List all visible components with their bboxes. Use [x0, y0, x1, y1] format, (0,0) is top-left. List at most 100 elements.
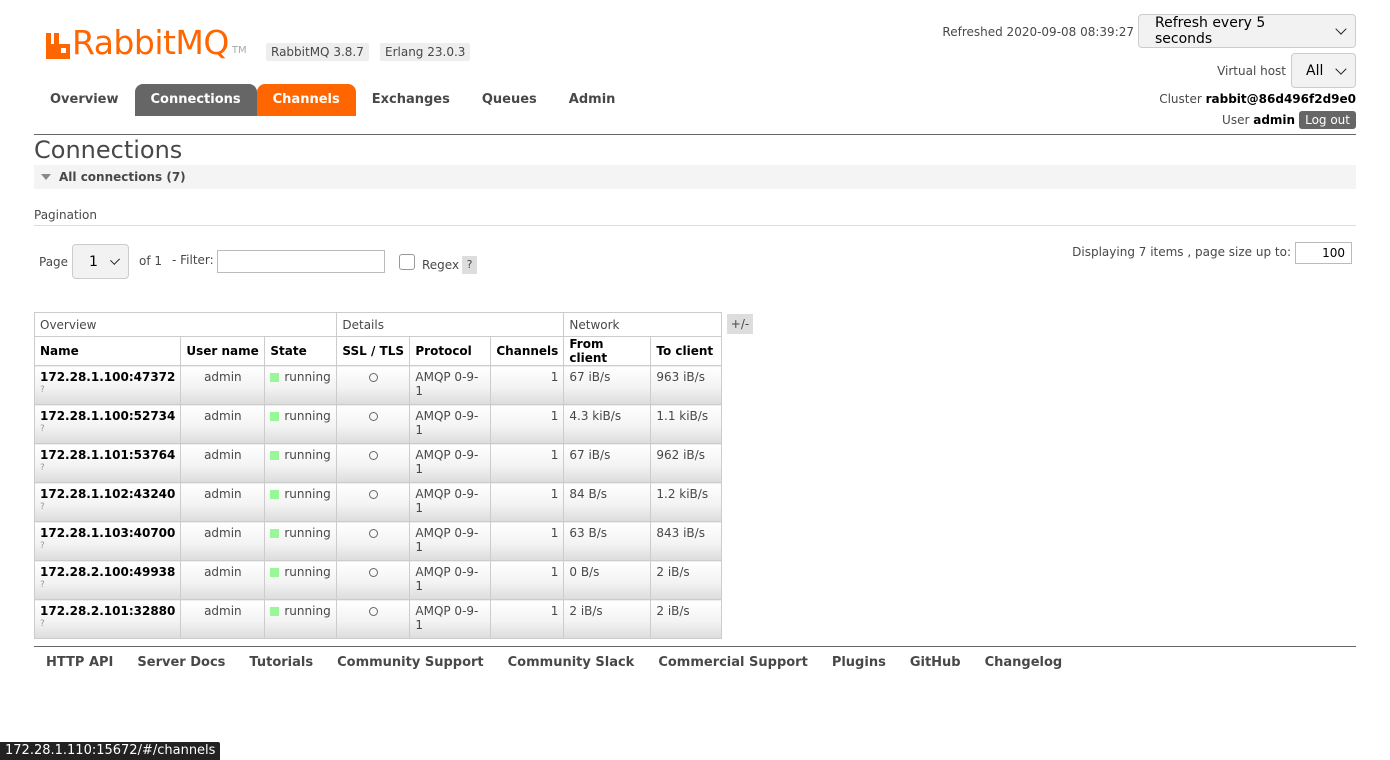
table-row[interactable]: 172.28.1.101:53764? admin running AMQP 0-9-… — [33, 443, 723, 483]
filter-input[interactable] — [217, 250, 385, 273]
refresh-interval-select[interactable]: Refresh every 5 seconds — [1138, 14, 1356, 48]
footer-link-changelog[interactable]: Changelog — [973, 654, 1075, 672]
tab-overview[interactable]: Overview — [34, 84, 135, 116]
footer-link-http-api[interactable]: HTTP API — [34, 654, 125, 672]
to-client-cell: 843 iB/s — [650, 521, 723, 561]
column-header-user-name[interactable]: User name — [180, 336, 266, 366]
table-row[interactable]: 172.28.1.100:47372? admin running AMQP 0-9-… — [33, 365, 723, 405]
state-indicator-icon — [270, 373, 280, 382]
virtual-host-value: All — [1306, 62, 1324, 79]
page-label: Page — [39, 255, 69, 269]
user-name-cell: admin — [180, 443, 266, 483]
client-info-hint: ? — [40, 580, 45, 590]
state-text: running — [284, 604, 331, 618]
client-info-hint: ? — [40, 502, 45, 512]
group-header-overview: Overview — [33, 312, 338, 337]
group-header-network: Network — [563, 312, 723, 337]
footer-link-plugins[interactable]: Plugins — [820, 654, 898, 672]
connection-name-cell[interactable]: 172.28.1.101:53764? — [33, 443, 182, 483]
column-header-to-client[interactable]: To client — [650, 336, 723, 366]
page-size-input[interactable]: 100 — [1295, 242, 1352, 264]
user-name-cell: admin — [180, 365, 266, 405]
connection-name-link[interactable]: 172.28.1.100:47372 — [40, 370, 175, 384]
column-header-state[interactable]: State — [264, 336, 338, 366]
state-text: running — [284, 448, 331, 462]
table-row[interactable]: 172.28.2.100:49938? admin running AMQP 0-9-… — [33, 560, 723, 600]
connection-name-link[interactable]: 172.28.2.100:49938 — [40, 565, 175, 579]
tab-channels[interactable]: Channels — [256, 84, 356, 116]
column-header-name[interactable]: Name — [33, 336, 182, 366]
connection-name-cell[interactable]: 172.28.1.102:43240? — [33, 482, 182, 522]
page-select[interactable]: 1 — [72, 244, 129, 279]
to-client-cell: 962 iB/s — [650, 443, 723, 483]
tab-connections[interactable]: Connections — [134, 84, 257, 116]
tab-exchanges[interactable]: Exchanges — [356, 84, 466, 116]
column-header-from-client[interactable]: From client — [563, 336, 652, 366]
user-label: User — [1222, 113, 1250, 127]
client-info-hint: ? — [40, 385, 45, 395]
user-name-cell: admin — [180, 599, 266, 639]
regex-help-button[interactable]: ? — [462, 256, 477, 274]
client-info-hint: ? — [40, 424, 45, 434]
protocol-cell: AMQP 0-9-1 — [409, 560, 492, 600]
footer-link-tutorials[interactable]: Tutorials — [237, 654, 325, 672]
page-select-value: 1 — [89, 253, 98, 270]
footer-link-community-support[interactable]: Community Support — [325, 654, 496, 672]
ssl-off-circle-icon — [368, 373, 378, 382]
regex-checkbox[interactable] — [399, 254, 415, 270]
footer-link-github[interactable]: GitHub — [898, 654, 973, 672]
state-indicator-icon — [270, 529, 280, 538]
connection-name-link[interactable]: 172.28.1.103:40700 — [40, 526, 175, 540]
footer-link-commercial-support[interactable]: Commercial Support — [646, 654, 820, 672]
tab-admin[interactable]: Admin — [553, 84, 632, 116]
rabbitmq-version-badge: RabbitMQ 3.8.7 — [266, 43, 369, 61]
connection-name-cell[interactable]: 172.28.2.101:32880? — [33, 599, 182, 639]
protocol-cell: AMQP 0-9-1 — [409, 365, 492, 405]
connection-name-cell[interactable]: 172.28.1.100:47372? — [33, 365, 182, 405]
from-client-cell: 67 iB/s — [563, 443, 652, 483]
cluster-info: Cluster rabbit@86d496f2d9e0 — [1159, 92, 1356, 106]
channels-cell: 1 — [490, 560, 565, 600]
rabbitmq-logo[interactable]: RabbitMQ TM — [44, 24, 247, 60]
connection-name-cell[interactable]: 172.28.1.103:40700? — [33, 521, 182, 561]
footer-link-community-slack[interactable]: Community Slack — [496, 654, 647, 672]
to-client-cell: 963 iB/s — [650, 365, 723, 405]
all-connections-section-toggle[interactable]: All connections (7) — [34, 165, 1356, 189]
ssl-tls-cell — [336, 482, 411, 522]
channels-cell: 1 — [490, 599, 565, 639]
footer-link-server-docs[interactable]: Server Docs — [125, 654, 237, 672]
ssl-tls-cell — [336, 365, 411, 405]
user-name-cell: admin — [180, 560, 266, 600]
connection-name-link[interactable]: 172.28.1.100:52734 — [40, 409, 175, 423]
group-header-details: Details — [336, 312, 565, 337]
state-cell: running — [264, 599, 338, 639]
connection-name-link[interactable]: 172.28.2.101:32880 — [40, 604, 175, 618]
channels-cell: 1 — [490, 443, 565, 483]
state-indicator-icon — [270, 412, 280, 421]
table-row[interactable]: 172.28.1.100:52734? admin running AMQP 0-9-… — [33, 404, 723, 444]
ssl-tls-cell — [336, 560, 411, 600]
table-row[interactable]: 172.28.1.102:43240? admin running AMQP 0-9-… — [33, 482, 723, 522]
ssl-off-circle-icon — [368, 607, 378, 616]
table-row[interactable]: 172.28.2.101:32880? admin running AMQP 0-9-… — [33, 599, 723, 639]
tab-queues[interactable]: Queues — [466, 84, 553, 116]
toggle-columns-button[interactable]: +/- — [727, 314, 753, 334]
connection-name-cell[interactable]: 172.28.2.100:49938? — [33, 560, 182, 600]
column-header-channels[interactable]: Channels — [490, 336, 565, 366]
virtual-host-select[interactable]: All — [1291, 53, 1356, 88]
logout-button[interactable]: Log out — [1299, 111, 1356, 129]
filter-label: - Filter: — [172, 253, 214, 267]
user-name-cell: admin — [180, 482, 266, 522]
nav-divider — [34, 134, 1356, 135]
protocol-cell: AMQP 0-9-1 — [409, 482, 492, 522]
connection-name-link[interactable]: 172.28.1.102:43240 — [40, 487, 175, 501]
state-cell: running — [264, 560, 338, 600]
column-header-protocol[interactable]: Protocol — [409, 336, 492, 366]
chevron-down-icon — [1335, 23, 1347, 35]
state-text: running — [284, 526, 331, 540]
connection-name-link[interactable]: 172.28.1.101:53764 — [40, 448, 175, 462]
table-row[interactable]: 172.28.1.103:40700? admin running AMQP 0-9-… — [33, 521, 723, 561]
trademark: TM — [231, 45, 247, 56]
connection-name-cell[interactable]: 172.28.1.100:52734? — [33, 404, 182, 444]
column-header-ssl-tls[interactable]: SSL / TLS — [336, 336, 411, 366]
